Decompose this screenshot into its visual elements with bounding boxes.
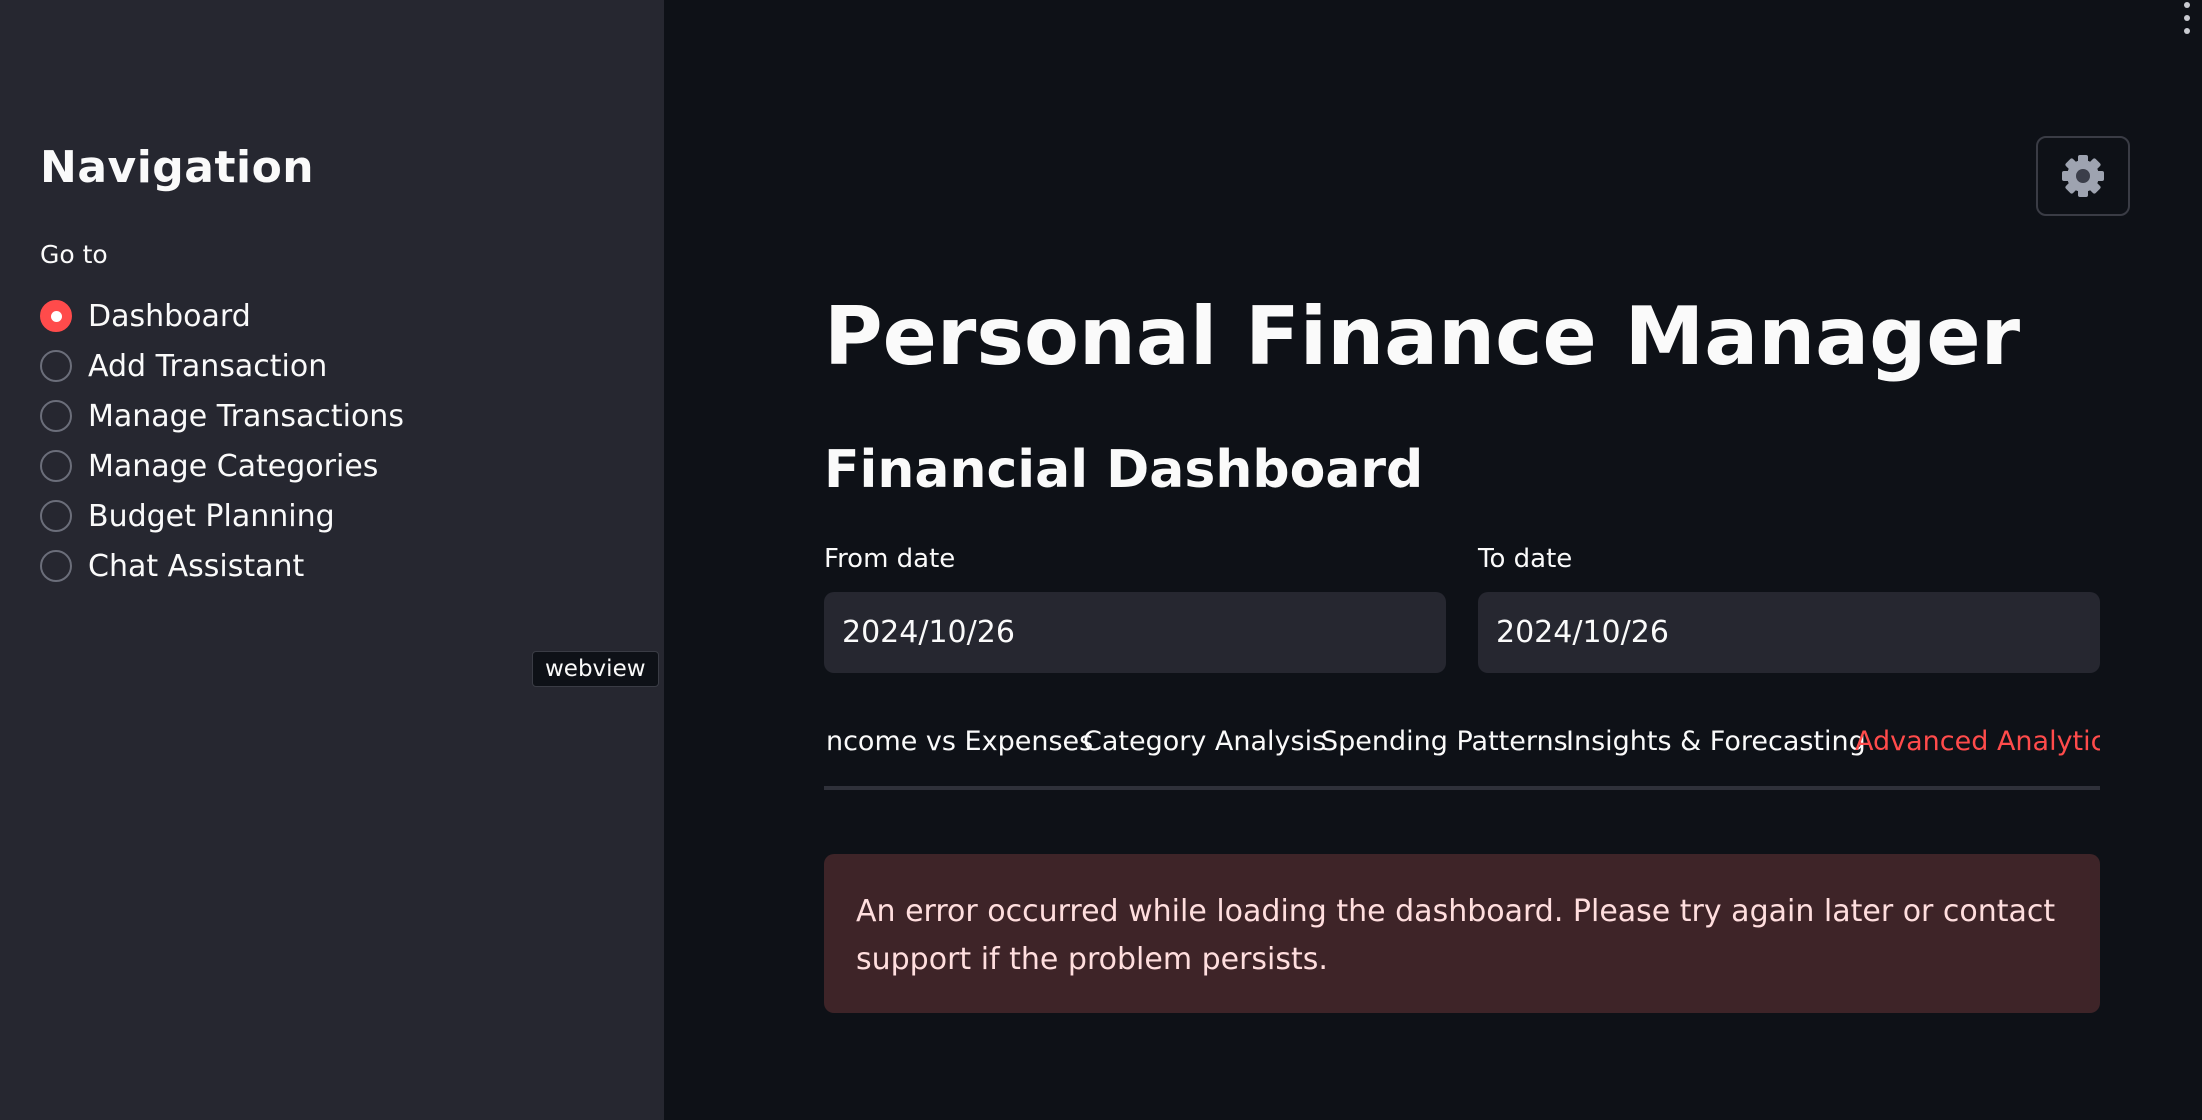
nav-option-label: Budget Planning — [88, 498, 335, 534]
tab-advanced-analytics[interactable]: Advanced Analytics — [1855, 726, 2100, 757]
nav-option-dashboard[interactable]: Dashboard — [40, 291, 404, 341]
settings-button[interactable] — [2036, 136, 2130, 216]
vertical-dots-icon[interactable] — [2180, 2, 2194, 34]
dot — [2184, 15, 2190, 21]
tab-insights-forecasting[interactable]: Insights & Forecasting — [1566, 726, 1866, 757]
nav-option-manage-categories[interactable]: Manage Categories — [40, 441, 404, 491]
goto-label: Go to — [40, 240, 108, 269]
app-window: Navigation Go to Dashboard Add Transacti… — [0, 0, 2202, 1120]
tab-category-analysis[interactable]: Category Analysis — [1083, 726, 1326, 757]
from-date-input[interactable]: 2024/10/26 — [824, 592, 1446, 673]
radio-unselected-icon[interactable] — [40, 350, 72, 382]
tab-spending-patterns[interactable]: Spending Patterns — [1321, 726, 1568, 757]
sidebar-title: Navigation — [40, 142, 315, 193]
dashboard-tabs: Income vs Expenses Category Analysis Spe… — [824, 716, 2100, 790]
nav-option-label: Add Transaction — [88, 348, 328, 384]
nav-option-budget-planning[interactable]: Budget Planning — [40, 491, 404, 541]
to-date-label: To date — [1478, 544, 1573, 574]
radio-unselected-icon[interactable] — [40, 450, 72, 482]
page-title: Personal Finance Manager — [824, 290, 2021, 383]
radio-selected-icon[interactable] — [40, 300, 72, 332]
nav-option-label: Manage Categories — [88, 448, 379, 484]
webview-tooltip: webview — [532, 651, 659, 687]
radio-unselected-icon[interactable] — [40, 550, 72, 582]
nav-option-label: Manage Transactions — [88, 398, 404, 434]
active-tab-indicator — [1855, 786, 2099, 790]
dashboard-subtitle: Financial Dashboard — [824, 440, 1424, 500]
gear-icon — [2062, 155, 2104, 197]
radio-unselected-icon[interactable] — [40, 400, 72, 432]
sidebar: Navigation Go to Dashboard Add Transacti… — [0, 0, 664, 1120]
error-alert: An error occurred while loading the dash… — [824, 854, 2100, 1013]
nav-option-label: Chat Assistant — [88, 548, 305, 584]
nav-option-label: Dashboard — [88, 298, 251, 334]
to-date-input[interactable]: 2024/10/26 — [1478, 592, 2100, 673]
nav-option-chat-assistant[interactable]: Chat Assistant — [40, 541, 404, 591]
navigation-radio-group: Dashboard Add Transaction Manage Transac… — [40, 291, 404, 591]
radio-unselected-icon[interactable] — [40, 500, 72, 532]
dot — [2184, 28, 2190, 34]
nav-option-add-transaction[interactable]: Add Transaction — [40, 341, 404, 391]
nav-option-manage-transactions[interactable]: Manage Transactions — [40, 391, 404, 441]
tab-income-vs-expenses[interactable]: Income vs Expenses — [824, 726, 1093, 757]
from-date-label: From date — [824, 544, 956, 574]
dot — [2184, 2, 2190, 8]
